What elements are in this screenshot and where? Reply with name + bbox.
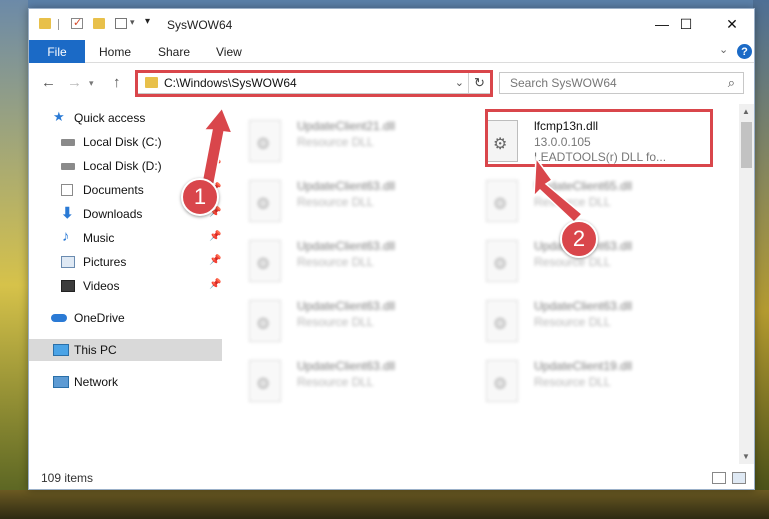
arrow-1-icon: [201, 106, 234, 185]
callout-1: 1: [181, 178, 219, 216]
arrow-2-icon: [533, 155, 584, 224]
annotation-arrows: [201, 106, 584, 224]
callout-2: 2: [560, 220, 598, 258]
